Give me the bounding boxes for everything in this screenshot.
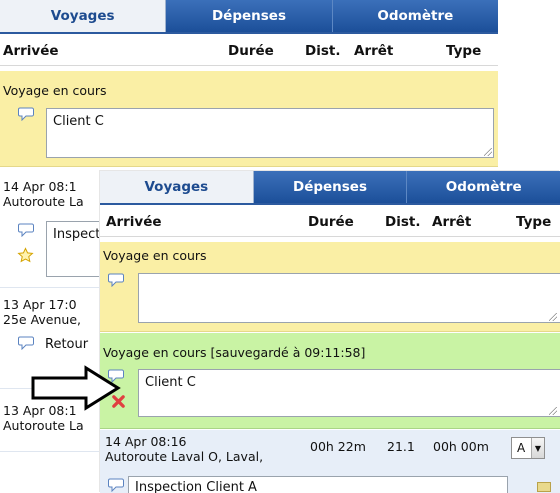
trip-date: 14 Apr 08:16: [105, 434, 187, 449]
trip-place: Autoroute La: [3, 418, 84, 433]
tab-depenses[interactable]: Dépenses: [166, 0, 333, 32]
col-type[interactable]: Type: [516, 214, 551, 230]
trip-row[interactable]: 14 Apr 08:16 Autoroute Laval O, Laval, 0…: [100, 430, 560, 493]
type-value: A: [517, 441, 526, 455]
column-header: Arrivée Durée Dist. Arrêt Type: [100, 207, 560, 237]
trip-stop: 00h 00m: [433, 439, 489, 454]
note-field[interactable]: Client C: [138, 369, 560, 417]
tab-bar: Voyages Dépenses Odomètre: [0, 0, 498, 34]
tab-depenses[interactable]: Dépenses: [253, 171, 408, 203]
note-text: Client C: [53, 114, 104, 129]
current-trip-label: Voyage en cours: [103, 248, 207, 263]
current-trip-section: Voyage en cours Client C: [0, 71, 498, 167]
note-text: Retour: [45, 337, 89, 352]
col-arrivee[interactable]: Arrivée: [3, 43, 59, 59]
col-dist[interactable]: Dist.: [385, 214, 420, 230]
col-duree[interactable]: Durée: [308, 214, 354, 230]
saved-trip-label: Voyage en cours [sauvegardé à 09:11:58]: [103, 345, 366, 360]
trip-place: Autoroute Laval O, Laval,: [105, 449, 264, 464]
note-field[interactable]: Client C: [46, 108, 494, 158]
note-text: Client C: [145, 375, 196, 390]
front-panel: Voyages Dépenses Odomètre Arrivée Durée …: [100, 171, 560, 493]
trip-distance: 21.1: [387, 439, 415, 454]
tab-odometre[interactable]: Odomètre: [332, 0, 498, 32]
col-dist[interactable]: Dist.: [305, 43, 340, 59]
type-select[interactable]: A ▼: [511, 437, 545, 459]
speech-bubble-icon[interactable]: [18, 107, 34, 121]
trip-place: Autoroute La: [3, 194, 84, 209]
tab-bar: Voyages Dépenses Odomètre: [100, 171, 560, 205]
note-text: Inspect: [53, 227, 101, 242]
note-text: Inspection Client A: [135, 480, 257, 493]
speech-bubble-icon[interactable]: [108, 273, 124, 287]
tab-voyages[interactable]: Voyages: [100, 171, 254, 203]
saved-trip-section: Voyage en cours [sauvegardé à 09:11:58] …: [100, 333, 560, 429]
resize-grip[interactable]: [549, 407, 557, 415]
col-duree[interactable]: Durée: [228, 43, 274, 59]
col-arrivee[interactable]: Arrivée: [106, 214, 162, 230]
speech-bubble-icon[interactable]: [18, 336, 34, 350]
speech-bubble-icon[interactable]: [108, 478, 124, 492]
resize-grip[interactable]: [484, 148, 492, 156]
current-trip-label: Voyage en cours: [3, 83, 107, 98]
chevron-down-icon[interactable]: ▼: [531, 438, 544, 458]
current-trip-section: Voyage en cours: [100, 242, 560, 332]
resize-grip[interactable]: [549, 313, 557, 321]
tab-odometre[interactable]: Odomètre: [407, 171, 560, 203]
note-field[interactable]: [138, 273, 560, 323]
col-arret[interactable]: Arrêt: [432, 214, 471, 230]
col-type[interactable]: Type: [446, 43, 481, 59]
col-arret[interactable]: Arrêt: [354, 43, 393, 59]
trip-duration: 00h 22m: [310, 439, 366, 454]
star-icon[interactable]: [17, 247, 34, 264]
tab-voyages[interactable]: Voyages: [0, 0, 167, 32]
trip-date: 13 Apr 17:0: [3, 297, 77, 312]
note-edit-icon[interactable]: [537, 482, 551, 492]
note-field[interactable]: Inspection Client A: [128, 476, 508, 493]
right-arrow-icon: [31, 365, 121, 411]
speech-bubble-icon[interactable]: [18, 223, 34, 237]
column-header: Arrivée Durée Dist. Arrêt Type: [0, 36, 498, 66]
trip-place: 25e Avenue,: [3, 312, 81, 327]
trip-date: 14 Apr 08:1: [3, 179, 77, 194]
